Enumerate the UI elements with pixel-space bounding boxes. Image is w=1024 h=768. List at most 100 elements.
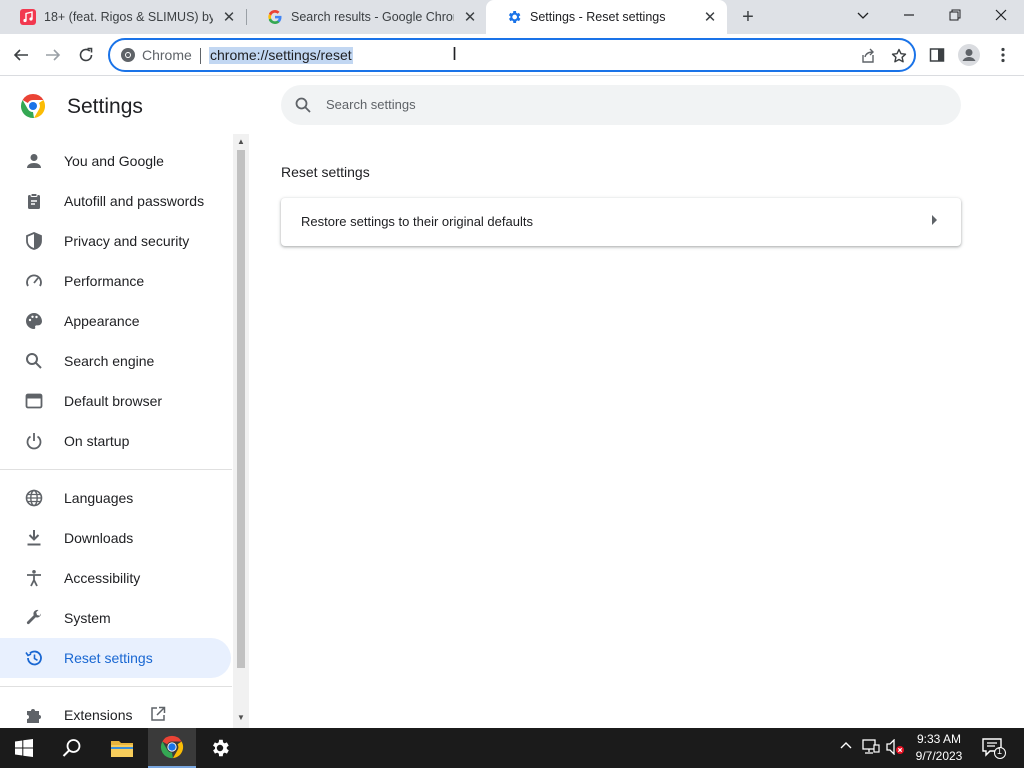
taskbar-clock[interactable]: 9:33 AM 9/7/2023 (912, 731, 966, 765)
sidebar-item-default-browser[interactable]: Default browser (0, 381, 232, 421)
tab-settings[interactable]: Settings - Reset settings ✕ (486, 0, 727, 34)
back-button[interactable] (8, 42, 34, 68)
text-cursor-icon: I (452, 44, 458, 64)
sidebar-item-appearance[interactable]: Appearance (0, 301, 232, 341)
clock-time: 9:33 AM (916, 732, 962, 746)
sidebar-item-label: System (64, 610, 111, 626)
sidebar-item-reset-settings[interactable]: Reset settings (0, 638, 231, 678)
search-placeholder: Search settings (326, 97, 416, 112)
history-icon (24, 648, 44, 668)
menu-button[interactable] (990, 42, 1016, 68)
restore-button[interactable] (932, 0, 978, 30)
sidebar-item-languages[interactable]: Languages (0, 478, 232, 518)
sidebar-item-you-and-google[interactable]: You and Google (0, 141, 232, 181)
windows-taskbar: 9:33 AM 9/7/2023 1 (0, 728, 1024, 768)
bookmark-star-icon[interactable] (889, 46, 909, 66)
wrench-icon (24, 608, 44, 628)
sidebar-item-system[interactable]: System (0, 598, 232, 638)
side-panel-icon (929, 48, 945, 62)
music-icon (20, 9, 36, 25)
close-icon[interactable]: ✕ (219, 7, 239, 27)
close-icon[interactable]: ✕ (700, 7, 720, 27)
close-icon[interactable]: ✕ (460, 7, 480, 27)
chrome-logo-icon (160, 735, 184, 759)
sidebar-item-label: Default browser (64, 393, 163, 409)
triangle-right-icon (932, 215, 937, 225)
scrollbar-thumb[interactable] (237, 150, 245, 668)
search-icon (24, 351, 44, 371)
restore-defaults-row[interactable]: Restore settings to their original defau… (281, 198, 961, 246)
arrow-left-icon (13, 49, 28, 61)
share-icon[interactable] (858, 46, 878, 66)
forward-button[interactable] (40, 42, 66, 68)
reset-card: Restore settings to their original defau… (281, 198, 961, 246)
clock-date: 9/7/2023 (915, 749, 963, 763)
settings-brand: Settings (20, 93, 143, 119)
chrome-logo-icon (121, 48, 135, 62)
power-icon (24, 431, 44, 451)
person-icon (24, 151, 44, 171)
tab-search-button[interactable] (840, 0, 886, 30)
new-tab-button[interactable]: + (736, 5, 760, 29)
start-button[interactable] (0, 728, 48, 768)
arrow-right-icon (46, 49, 61, 61)
section-title: Reset settings (281, 164, 370, 180)
sidebar-item-label: Accessibility (64, 570, 141, 586)
search-icon (62, 739, 81, 757)
search-icon (295, 97, 311, 113)
puzzle-icon (24, 705, 44, 725)
accessibility-icon (24, 568, 44, 588)
address-bar[interactable]: Chrome chrome://settings/reset I (108, 38, 916, 72)
restore-defaults-label: Restore settings to their original defau… (301, 214, 533, 229)
taskbar-search-button[interactable] (48, 728, 96, 768)
scroll-down-icon[interactable]: ▼ (237, 714, 245, 722)
chevron-up-icon[interactable] (839, 739, 853, 756)
gear-icon (506, 9, 522, 25)
sidebar-item-label: Downloads (64, 530, 134, 546)
sidebar-item-label: Extensions (64, 707, 133, 723)
tab-search-results[interactable]: Search results - Google Chrome W ✕ (247, 0, 487, 34)
url-text[interactable]: chrome://settings/reset (209, 47, 353, 64)
browser-icon (24, 391, 44, 411)
tab-title: Settings - Reset settings (530, 10, 666, 24)
sidebar-divider (0, 469, 232, 470)
page-title: Settings (67, 95, 143, 118)
sidebar-item-performance[interactable]: Performance (0, 261, 232, 301)
settings-search-input[interactable]: Search settings (281, 85, 961, 125)
profile-button[interactable] (956, 42, 982, 68)
minimize-button[interactable] (886, 0, 932, 30)
reload-button[interactable] (73, 42, 99, 68)
sidebar-item-label: Reset settings (64, 650, 153, 666)
settings-taskbar-button[interactable] (196, 728, 244, 768)
network-icon[interactable] (862, 739, 880, 758)
omnibox-divider (200, 48, 201, 64)
notification-count: 1 (997, 746, 1003, 756)
folder-icon (111, 741, 133, 757)
sidebar-item-privacy[interactable]: Privacy and security (0, 221, 232, 261)
scroll-up-icon[interactable]: ▲ (237, 138, 245, 146)
tab-strip: 18+ (feat. Rigos & SLIMUS) by Ka ✕ Searc… (0, 0, 1024, 34)
sidebar-item-accessibility[interactable]: Accessibility (0, 558, 232, 598)
volume-muted-icon[interactable] (886, 738, 906, 758)
sidebar-item-search-engine[interactable]: Search engine (0, 341, 232, 381)
clipboard-icon (24, 191, 44, 211)
tab-music[interactable]: 18+ (feat. Rigos & SLIMUS) by Ka ✕ (0, 0, 246, 34)
notification-center-button[interactable]: 1 (982, 737, 1006, 762)
site-info-chip[interactable]: Chrome (120, 47, 192, 63)
sidebar-divider (0, 686, 232, 687)
chrome-taskbar-button[interactable] (148, 728, 196, 768)
google-icon (267, 9, 283, 25)
notification-icon (982, 738, 1006, 759)
sidebar-item-downloads[interactable]: Downloads (0, 518, 232, 558)
sidebar-item-autofill[interactable]: Autofill and passwords (0, 181, 232, 221)
sidebar-item-label: Appearance (64, 313, 140, 329)
sidebar-item-label: You and Google (64, 153, 164, 169)
sidebar-scrollbar[interactable]: ▲ ▼ (233, 134, 249, 728)
close-window-button[interactable] (978, 0, 1024, 30)
file-explorer-button[interactable] (98, 728, 146, 768)
sidebar-item-on-startup[interactable]: On startup (0, 421, 232, 461)
external-link-icon (150, 706, 166, 725)
browser-toolbar: Chrome chrome://settings/reset I (0, 34, 1024, 76)
palette-icon (24, 311, 44, 331)
side-panel-button[interactable] (924, 42, 950, 68)
